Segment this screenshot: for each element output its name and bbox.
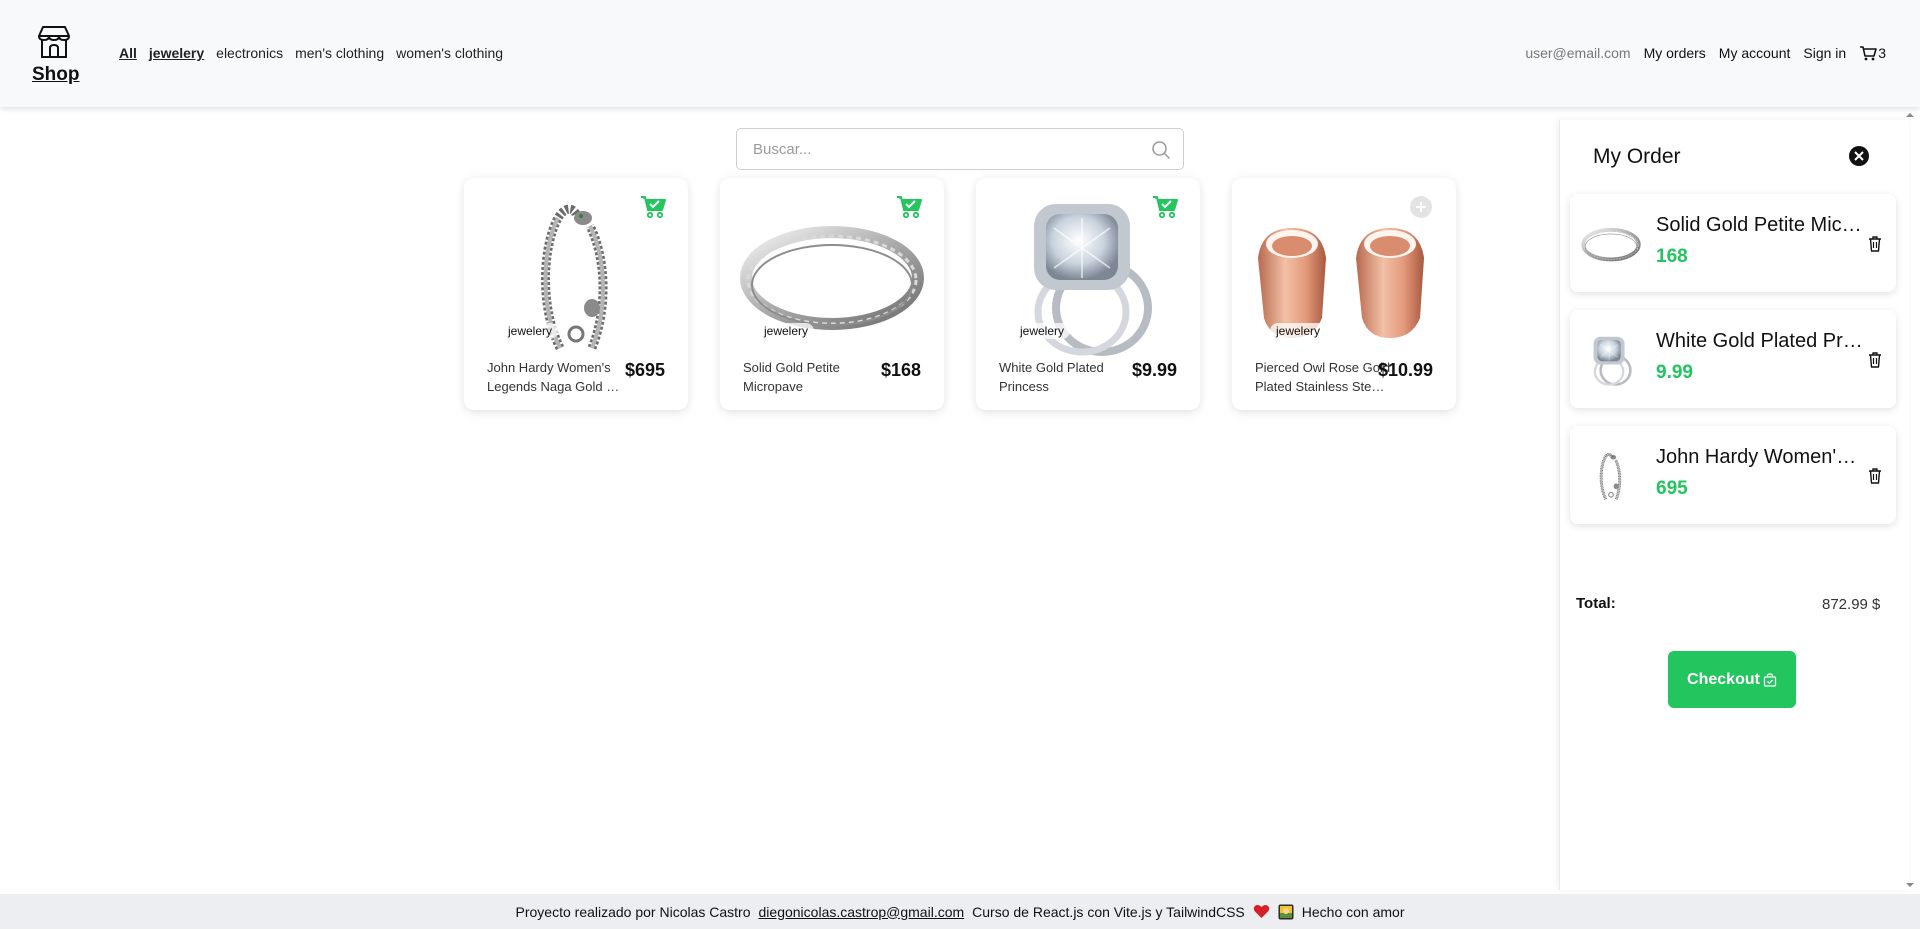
product-name: John Hardy Women's Legends Naga Gold & S… xyxy=(487,360,615,394)
nav-category-mens-clothing[interactable]: men's clothing xyxy=(295,45,384,61)
footer: Proyecto realizado por Nicolas Castro di… xyxy=(0,894,1920,929)
footer-credit-text: Proyecto realizado por Nicolas Castro xyxy=(515,903,751,920)
checkout-label: Checkout xyxy=(1687,670,1760,688)
footer-course-text: Curso de React.js con Vite.js y Tailwind… xyxy=(972,903,1245,920)
order-item-image xyxy=(1580,324,1642,394)
product-card[interactable]: jewelery White Gold Plated Princess $9.9… xyxy=(976,178,1200,410)
product-name: White Gold Plated Princess xyxy=(999,360,1104,394)
scroll-up-arrow-icon[interactable] xyxy=(1905,110,1915,120)
footer-email-link[interactable]: diegonicolas.castrop@gmail.com xyxy=(759,904,965,920)
order-item-price: 9.99 xyxy=(1656,362,1693,383)
product-name: Solid Gold Petite Micropave xyxy=(743,360,840,394)
shopping-bag-check-icon xyxy=(1763,672,1777,687)
checkout-button[interactable]: Checkout xyxy=(1668,651,1796,708)
search-input[interactable] xyxy=(737,129,1117,169)
product-card[interactable]: jewelery Pierced Owl Rose Gold Plated St… xyxy=(1232,178,1456,410)
navbar: Shop All jewelery electronics men's clot… xyxy=(0,0,1920,107)
total-value: 872.99 $ xyxy=(1822,596,1881,613)
product-price: $168 xyxy=(880,360,921,380)
product-price: $9.99 xyxy=(1131,360,1177,380)
product-price: $695 xyxy=(624,360,665,380)
sunglasses-emoji-icon xyxy=(1278,904,1294,919)
order-item: White Gold Plated Princess 9.99 xyxy=(1570,310,1896,408)
product-card[interactable]: jewelery John Hardy Women's Legends Naga… xyxy=(464,178,688,410)
product-card[interactable]: jewelery Solid Gold Petite Micropave $16… xyxy=(720,178,944,410)
logo-text: Shop xyxy=(32,64,80,85)
product-price: $10.99 xyxy=(1377,360,1433,380)
sign-in-link[interactable]: Sign in xyxy=(1803,45,1846,61)
trash-icon[interactable] xyxy=(1868,236,1882,252)
my-account-link[interactable]: My account xyxy=(1719,45,1791,61)
total-label: Total: xyxy=(1576,595,1616,612)
cart-icon xyxy=(1860,46,1878,61)
cart-count: 3 xyxy=(1878,45,1886,61)
category-nav: All jewelery electronics men's clothing … xyxy=(119,45,503,61)
order-item-name: Solid Gold Petite Micropave xyxy=(1656,214,1866,236)
heart-icon xyxy=(1253,904,1270,918)
search-icon xyxy=(1152,141,1171,160)
shop-logo[interactable]: Shop xyxy=(32,24,80,86)
order-item: Solid Gold Petite Micropave 168 xyxy=(1570,194,1896,292)
scroll-down-arrow-icon[interactable] xyxy=(1905,880,1915,890)
in-cart-check-icon[interactable] xyxy=(896,194,922,220)
product-name: Pierced Owl Rose Gold Plated Stainless S… xyxy=(1255,360,1391,394)
user-nav: user@email.com My orders My account Sign… xyxy=(1525,45,1886,61)
user-email: user@email.com xyxy=(1525,45,1631,61)
nav-category-womens-clothing[interactable]: women's clothing xyxy=(396,45,503,61)
my-order-panel: My Order Solid Gold Petite Micropave 168… xyxy=(1559,120,1909,890)
close-icon[interactable] xyxy=(1848,145,1870,167)
nav-category-all[interactable]: All xyxy=(119,45,137,61)
nav-category-jewelery[interactable]: jewelery xyxy=(149,45,204,61)
order-item-image xyxy=(1580,440,1642,510)
nav-category-electronics[interactable]: electronics xyxy=(216,45,283,61)
trash-icon[interactable] xyxy=(1868,468,1882,484)
order-item-price: 695 xyxy=(1656,478,1688,499)
trash-icon[interactable] xyxy=(1868,352,1882,368)
order-item-name: White Gold Plated Princess xyxy=(1656,330,1866,352)
in-cart-check-icon[interactable] xyxy=(1152,194,1178,220)
product-category: jewelery xyxy=(1270,323,1327,339)
order-item-price: 168 xyxy=(1656,246,1688,267)
footer-love-text: Hecho con amor xyxy=(1301,903,1405,920)
order-panel-title: My Order xyxy=(1593,145,1681,168)
product-category: jewelery xyxy=(1014,323,1071,339)
my-orders-link[interactable]: My orders xyxy=(1644,45,1706,61)
order-item: John Hardy Women's Legends Naga 695 xyxy=(1570,426,1896,524)
product-category: jewelery xyxy=(502,323,559,339)
product-category: jewelery xyxy=(758,323,815,339)
in-cart-check-icon[interactable] xyxy=(640,194,666,220)
search-box xyxy=(736,128,1184,170)
storefront-icon xyxy=(38,26,70,58)
cart-button[interactable]: 3 xyxy=(1859,45,1886,61)
order-item-image xyxy=(1580,208,1642,278)
add-to-cart-plus-icon[interactable] xyxy=(1408,194,1434,220)
order-item-name: John Hardy Women's Legends Naga xyxy=(1656,446,1866,468)
